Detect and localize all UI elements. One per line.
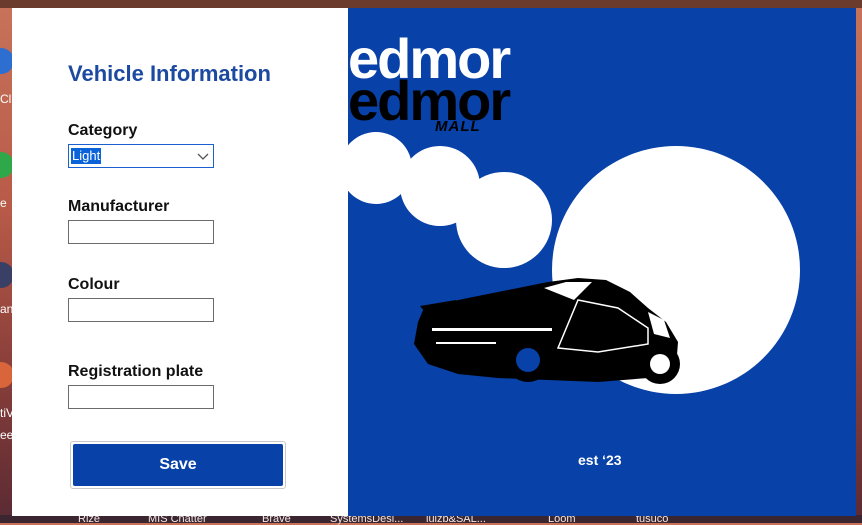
registration-plate-input[interactable] — [68, 385, 214, 409]
category-selected-value: Light — [71, 148, 102, 164]
logo-text-black: edmor — [348, 69, 511, 132]
desktop-icon-label[interactable]: e — [0, 196, 7, 210]
registration-plate-label: Registration plate — [68, 363, 204, 380]
save-button[interactable]: Save — [70, 441, 286, 489]
desktop-top-strip — [0, 0, 862, 8]
category-label: Category — [68, 122, 138, 139]
logo-subtitle: MALL — [435, 118, 481, 135]
established-text: est ‘23 — [578, 452, 622, 468]
vehicle-window: Vehicle Information Category Light Manuf… — [12, 8, 856, 516]
brand-logo: edmor edmor — [348, 31, 511, 129]
brand-poster: edmor edmor MALL est ‘23 — [348, 8, 856, 516]
colour-label: Colour — [68, 276, 120, 293]
manufacturer-label: Manufacturer — [68, 198, 170, 215]
save-button-label: Save — [73, 444, 283, 486]
category-select[interactable]: Light — [68, 144, 214, 168]
form-panel: Vehicle Information Category Light Manuf… — [12, 8, 348, 516]
chevron-down-icon — [197, 153, 209, 160]
desktop-taskbar-strip: Rize MIS Chatter Brave SystemsDesi... lu… — [0, 513, 862, 525]
colour-input[interactable] — [68, 298, 214, 322]
form-title: Vehicle Information — [68, 61, 271, 86]
manufacturer-input[interactable] — [68, 220, 214, 244]
